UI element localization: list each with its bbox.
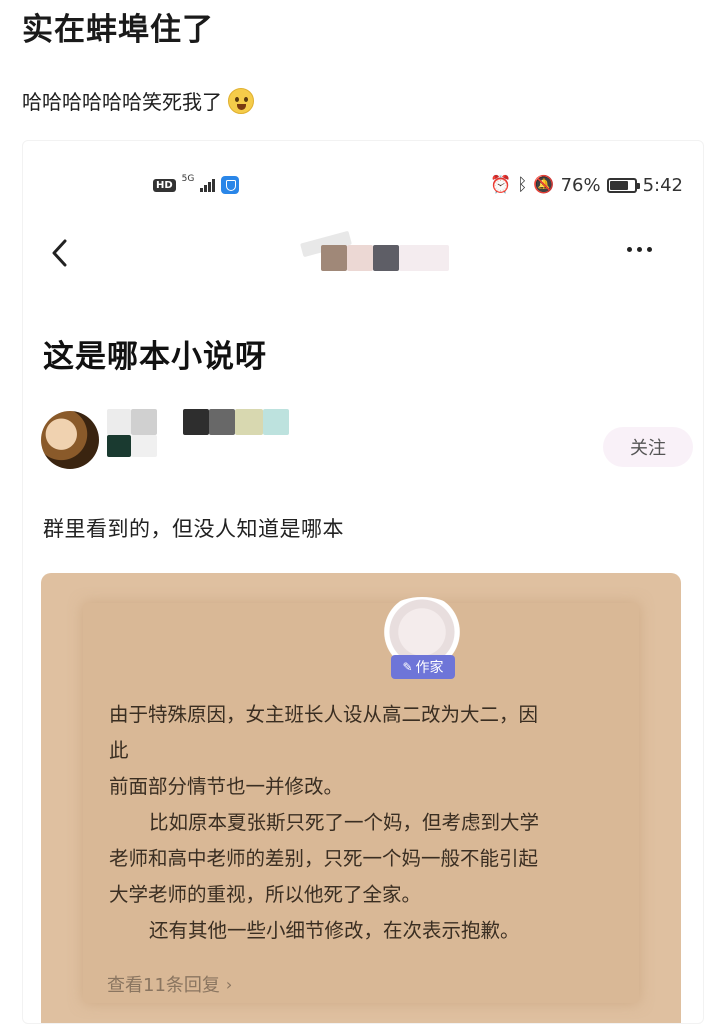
clock: 5:42 bbox=[642, 174, 683, 196]
comment-line: 老师和高中老师的差别，只死一个妈一般不能引起 bbox=[109, 847, 539, 870]
follow-button[interactable]: 关注 bbox=[603, 427, 693, 467]
blurred-author-name bbox=[107, 409, 337, 457]
screenshot-card: HD 5G ⏰ ᛒ 🔕 76% 5:42 这是哪本小说呀 关注 群里看到的，但没… bbox=[22, 140, 704, 1024]
outer-title: 实在蚌埠住了 bbox=[22, 12, 214, 48]
comment-line: 此 bbox=[109, 739, 129, 762]
battery-icon bbox=[606, 177, 640, 193]
status-bar: HD 5G ⏰ ᛒ 🔕 76% 5:42 bbox=[153, 173, 683, 197]
nav-bar bbox=[23, 230, 703, 277]
post-title: 这是哪本小说呀 bbox=[43, 339, 267, 375]
back-arrow-icon[interactable] bbox=[49, 237, 71, 269]
view-replies-link[interactable]: 查看11条回复 › bbox=[107, 971, 232, 997]
network-type: 5G bbox=[181, 174, 195, 184]
comment-card: ✎ 作家 由于特殊原因，女主班长人设从高二改为大二，因 此 前面部分情节也一并修… bbox=[83, 597, 639, 1003]
author-tag-label: 作家 bbox=[415, 660, 444, 676]
blurred-username bbox=[273, 230, 449, 277]
author-row: 关注 bbox=[41, 409, 693, 473]
author-tag-badge: ✎ 作家 bbox=[391, 655, 455, 679]
chevron-right-icon: › bbox=[225, 974, 233, 994]
signal-icon bbox=[200, 178, 216, 192]
bluetooth-icon: ᛒ bbox=[517, 175, 528, 195]
mute-bell-icon: 🔕 bbox=[533, 175, 555, 195]
post-body: 群里看到的，但没人知道是哪本 bbox=[43, 517, 344, 541]
comment-text: 由于特殊原因，女主班长人设从高二改为大二，因 此 前面部分情节也一并修改。 比如… bbox=[109, 697, 629, 949]
laughing-emoji-icon bbox=[228, 87, 254, 114]
comment-line: 比如原本夏张斯只死了一个妈，但考虑到大学 bbox=[149, 811, 540, 834]
comment-line: 前面部分情节也一并修改。 bbox=[109, 775, 344, 798]
battery-percent: 76% bbox=[560, 174, 601, 196]
alarm-icon: ⏰ bbox=[490, 175, 512, 195]
comment-line: 大学老师的重视，所以他死了全家。 bbox=[109, 883, 422, 906]
outer-subtitle: 哈哈哈哈哈哈笑死我了 bbox=[22, 90, 222, 114]
hd-badge: HD bbox=[153, 178, 176, 192]
more-options-icon[interactable] bbox=[627, 247, 652, 252]
pen-icon: ✎ bbox=[402, 660, 413, 674]
comment-line: 由于特殊原因，女主班长人设从高二改为大二，因 bbox=[109, 703, 539, 726]
post-image[interactable]: ✎ 作家 由于特殊原因，女主班长人设从高二改为大二，因 此 前面部分情节也一并修… bbox=[41, 573, 681, 1023]
view-replies-label: 查看11条回复 bbox=[107, 975, 220, 996]
outer-subtitle-row: 哈哈哈哈哈哈笑死我了 bbox=[22, 86, 254, 115]
avatar[interactable] bbox=[41, 411, 99, 469]
shield-icon bbox=[221, 176, 240, 194]
comment-line: 还有其他一些小细节修改，在次表示抱歉。 bbox=[149, 919, 520, 942]
